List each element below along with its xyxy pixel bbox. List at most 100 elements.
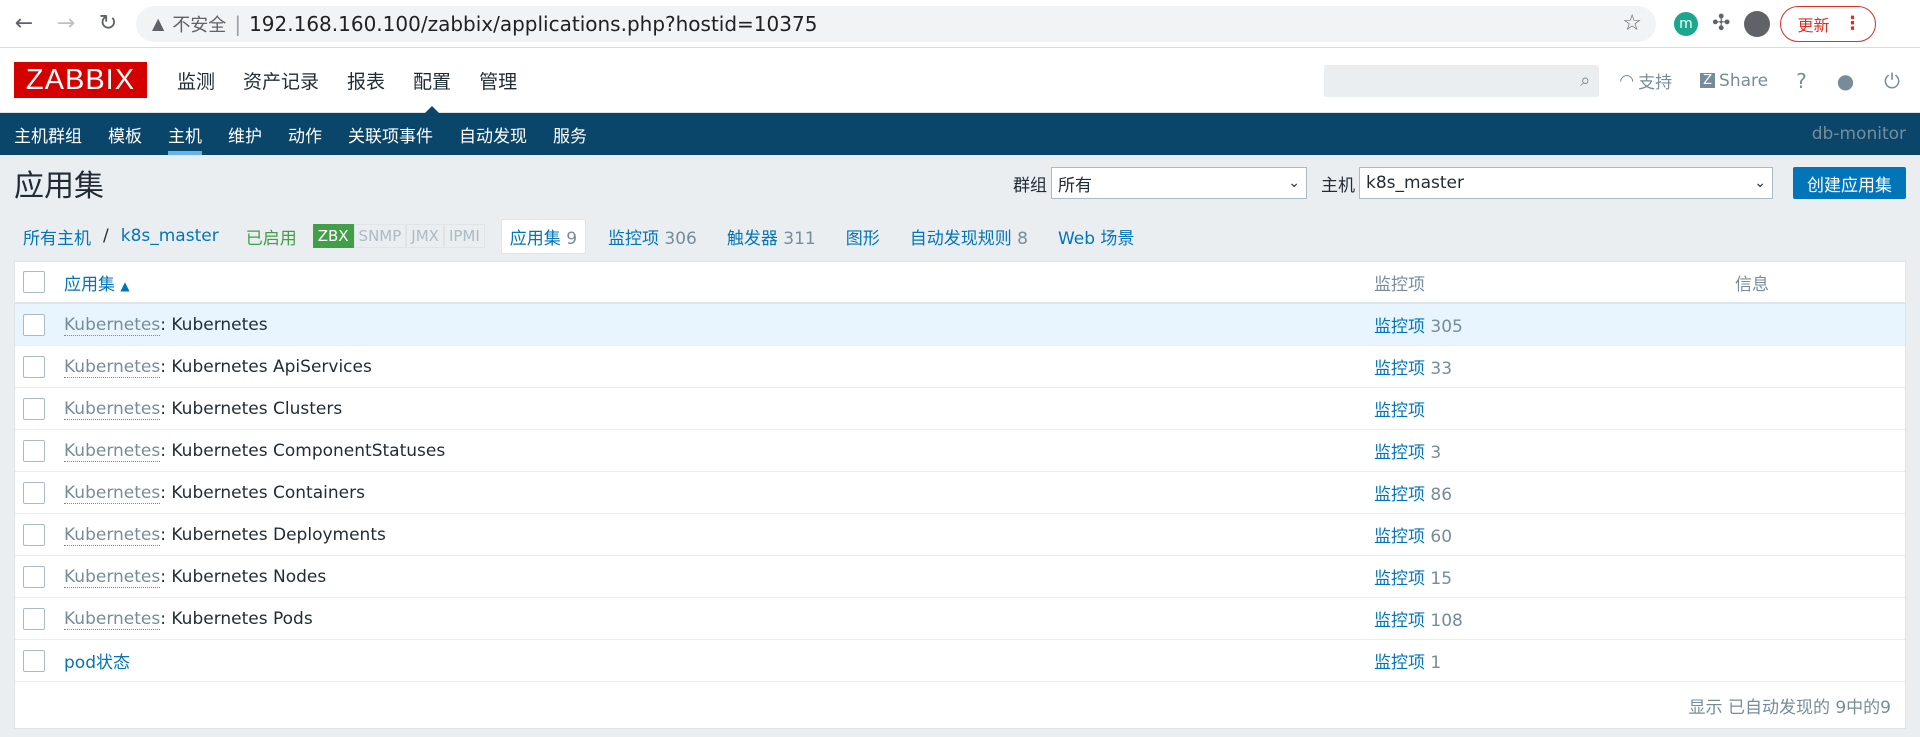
- row-checkbox[interactable]: [23, 313, 45, 336]
- table-row[interactable]: Kubernetes: Kubernetes Nodes 监控项 15: [15, 556, 1905, 598]
- application-name-link[interactable]: pod状态: [64, 653, 130, 673]
- address-bar[interactable]: ▲ 不安全 | 192.168.160.100/zabbix/applicati…: [136, 5, 1656, 42]
- items-link[interactable]: 监控项: [1374, 527, 1425, 547]
- menu-inventory[interactable]: 资产记录: [229, 48, 333, 113]
- create-application-button[interactable]: 创建应用集: [1793, 167, 1906, 199]
- row-checkbox[interactable]: [23, 439, 45, 462]
- tab-triggers[interactable]: 触发器 311: [719, 220, 824, 253]
- tab-discovery-rules-label: 自动发现规则: [909, 228, 1012, 249]
- host-select[interactable]: k8s_master ⌄: [1359, 167, 1773, 199]
- global-search-input[interactable]: ⌕: [1324, 64, 1600, 97]
- breadcrumb-separator: /: [103, 226, 109, 246]
- table-row[interactable]: Kubernetes: Kubernetes 监控项 305: [15, 304, 1905, 346]
- host-status-enabled[interactable]: 已启用: [246, 224, 297, 249]
- chevron-down-icon: ⌄: [1754, 175, 1766, 191]
- template-link[interactable]: Kubernetes: [64, 356, 161, 378]
- more-menu-icon: ⋮: [1843, 13, 1862, 34]
- tab-applications[interactable]: 应用集 9: [500, 218, 587, 254]
- support-link[interactable]: ◠ 支持: [1619, 68, 1672, 94]
- table-footer-stats: 显示 已自动发现的 9中的9: [1688, 697, 1891, 718]
- tab-items[interactable]: 监控项 306: [600, 220, 705, 253]
- logout-power-icon[interactable]: ⏻: [1884, 69, 1900, 93]
- template-link[interactable]: Kubernetes: [64, 314, 161, 336]
- breadcrumb-host[interactable]: k8s_master: [121, 226, 219, 246]
- template-link[interactable]: Kubernetes: [64, 608, 161, 630]
- application-name: Kubernetes: [171, 314, 268, 335]
- submenu-event-correlation[interactable]: 关联项事件: [335, 113, 446, 155]
- help-icon[interactable]: ?: [1796, 69, 1807, 93]
- host-filter-label: 主机: [1321, 175, 1355, 196]
- row-checkbox[interactable]: [23, 523, 45, 546]
- submenu-host-groups[interactable]: 主机群组: [0, 113, 95, 155]
- submenu-discovery[interactable]: 自动发现: [446, 113, 540, 155]
- forward-icon[interactable]: →: [48, 6, 84, 42]
- items-link[interactable]: 监控项: [1374, 401, 1425, 421]
- template-link[interactable]: Kubernetes: [64, 482, 161, 504]
- table-row[interactable]: Kubernetes: Kubernetes Pods 监控项 108: [15, 598, 1905, 640]
- table-row[interactable]: pod状态 监控项 1: [15, 640, 1905, 682]
- host-select-value: k8s_master: [1366, 173, 1464, 193]
- items-link[interactable]: 监控项: [1374, 569, 1425, 589]
- tab-web-scenarios[interactable]: Web 场景: [1050, 220, 1142, 253]
- row-checkbox[interactable]: [23, 355, 45, 378]
- items-count: 60: [1430, 527, 1453, 547]
- table-row[interactable]: Kubernetes: Kubernetes ApiServices 监控项 3…: [15, 346, 1905, 388]
- items-link[interactable]: 监控项: [1374, 485, 1425, 505]
- row-checkbox[interactable]: [23, 397, 45, 420]
- tab-discovery-rules[interactable]: 自动发现规则 8: [902, 220, 1036, 253]
- row-checkbox[interactable]: [23, 565, 45, 588]
- row-checkbox[interactable]: [23, 481, 45, 504]
- row-checkbox[interactable]: [23, 649, 45, 672]
- bookmark-star-icon[interactable]: ☆: [1622, 11, 1642, 36]
- application-name: Kubernetes Deployments: [171, 524, 386, 545]
- template-link[interactable]: Kubernetes: [64, 524, 161, 546]
- table-row[interactable]: Kubernetes: Kubernetes Containers 监控项 86: [15, 472, 1905, 514]
- zabbix-logo[interactable]: ZABBIX: [14, 62, 147, 98]
- menu-administration[interactable]: 管理: [465, 48, 531, 113]
- search-icon[interactable]: ⌕: [1580, 70, 1590, 91]
- table-header: 应用集 ▲ 监控项 信息: [15, 262, 1905, 304]
- application-name: Kubernetes Nodes: [171, 566, 327, 587]
- select-all-checkbox[interactable]: [23, 271, 45, 293]
- menu-reports[interactable]: 报表: [333, 48, 399, 113]
- tab-triggers-count: 311: [783, 228, 816, 249]
- items-count: 33: [1430, 359, 1453, 379]
- items-link[interactable]: 监控项: [1374, 443, 1425, 463]
- breadcrumb-all-hosts[interactable]: 所有主机: [23, 224, 91, 249]
- submenu-maintenance[interactable]: 维护: [215, 113, 275, 155]
- items-count: 305: [1430, 317, 1463, 337]
- update-button[interactable]: 更新 ⋮: [1780, 5, 1877, 42]
- extensions-puzzle-icon[interactable]: ✣: [1712, 11, 1730, 36]
- template-link[interactable]: Kubernetes: [64, 440, 161, 462]
- url-text[interactable]: 192.168.160.100/zabbix/applications.php?…: [249, 12, 817, 36]
- items-link[interactable]: 监控项: [1374, 653, 1425, 673]
- extension-m-icon[interactable]: m: [1674, 11, 1698, 36]
- table-row[interactable]: Kubernetes: Kubernetes Clusters 监控项: [15, 388, 1905, 430]
- table-row[interactable]: Kubernetes: Kubernetes ComponentStatuses…: [15, 430, 1905, 472]
- share-link[interactable]: Z Share: [1700, 71, 1768, 91]
- sort-asc-icon: ▲: [120, 278, 130, 293]
- back-icon[interactable]: ←: [6, 6, 42, 42]
- items-link[interactable]: 监控项: [1374, 317, 1425, 337]
- menu-monitoring[interactable]: 监测: [163, 48, 229, 113]
- items-header: 监控项: [1374, 274, 1425, 295]
- template-link[interactable]: Kubernetes: [64, 398, 161, 420]
- items-link[interactable]: 监控项: [1374, 359, 1425, 379]
- group-select[interactable]: 所有 ⌄: [1051, 167, 1307, 199]
- reload-icon[interactable]: ↻: [90, 6, 126, 42]
- submenu-templates[interactable]: 模板: [95, 113, 155, 155]
- template-link[interactable]: Kubernetes: [64, 566, 161, 588]
- items-link[interactable]: 监控项: [1374, 611, 1425, 631]
- tab-graphs[interactable]: 图形: [838, 220, 888, 253]
- tab-items-label: 监控项: [608, 228, 660, 249]
- tab-web-scenarios-label: Web 场景: [1057, 228, 1135, 249]
- submenu-actions[interactable]: 动作: [275, 113, 335, 155]
- submenu-hosts[interactable]: 主机: [155, 113, 215, 155]
- table-row[interactable]: Kubernetes: Kubernetes Deployments 监控项 6…: [15, 514, 1905, 556]
- sort-by-name-header[interactable]: 应用集 ▲: [64, 270, 130, 295]
- profile-icon[interactable]: [1744, 10, 1771, 37]
- menu-configuration[interactable]: 配置: [399, 48, 465, 114]
- submenu-services[interactable]: 服务: [540, 113, 600, 155]
- row-checkbox[interactable]: [23, 607, 45, 630]
- user-profile-icon[interactable]: ●: [1837, 69, 1854, 93]
